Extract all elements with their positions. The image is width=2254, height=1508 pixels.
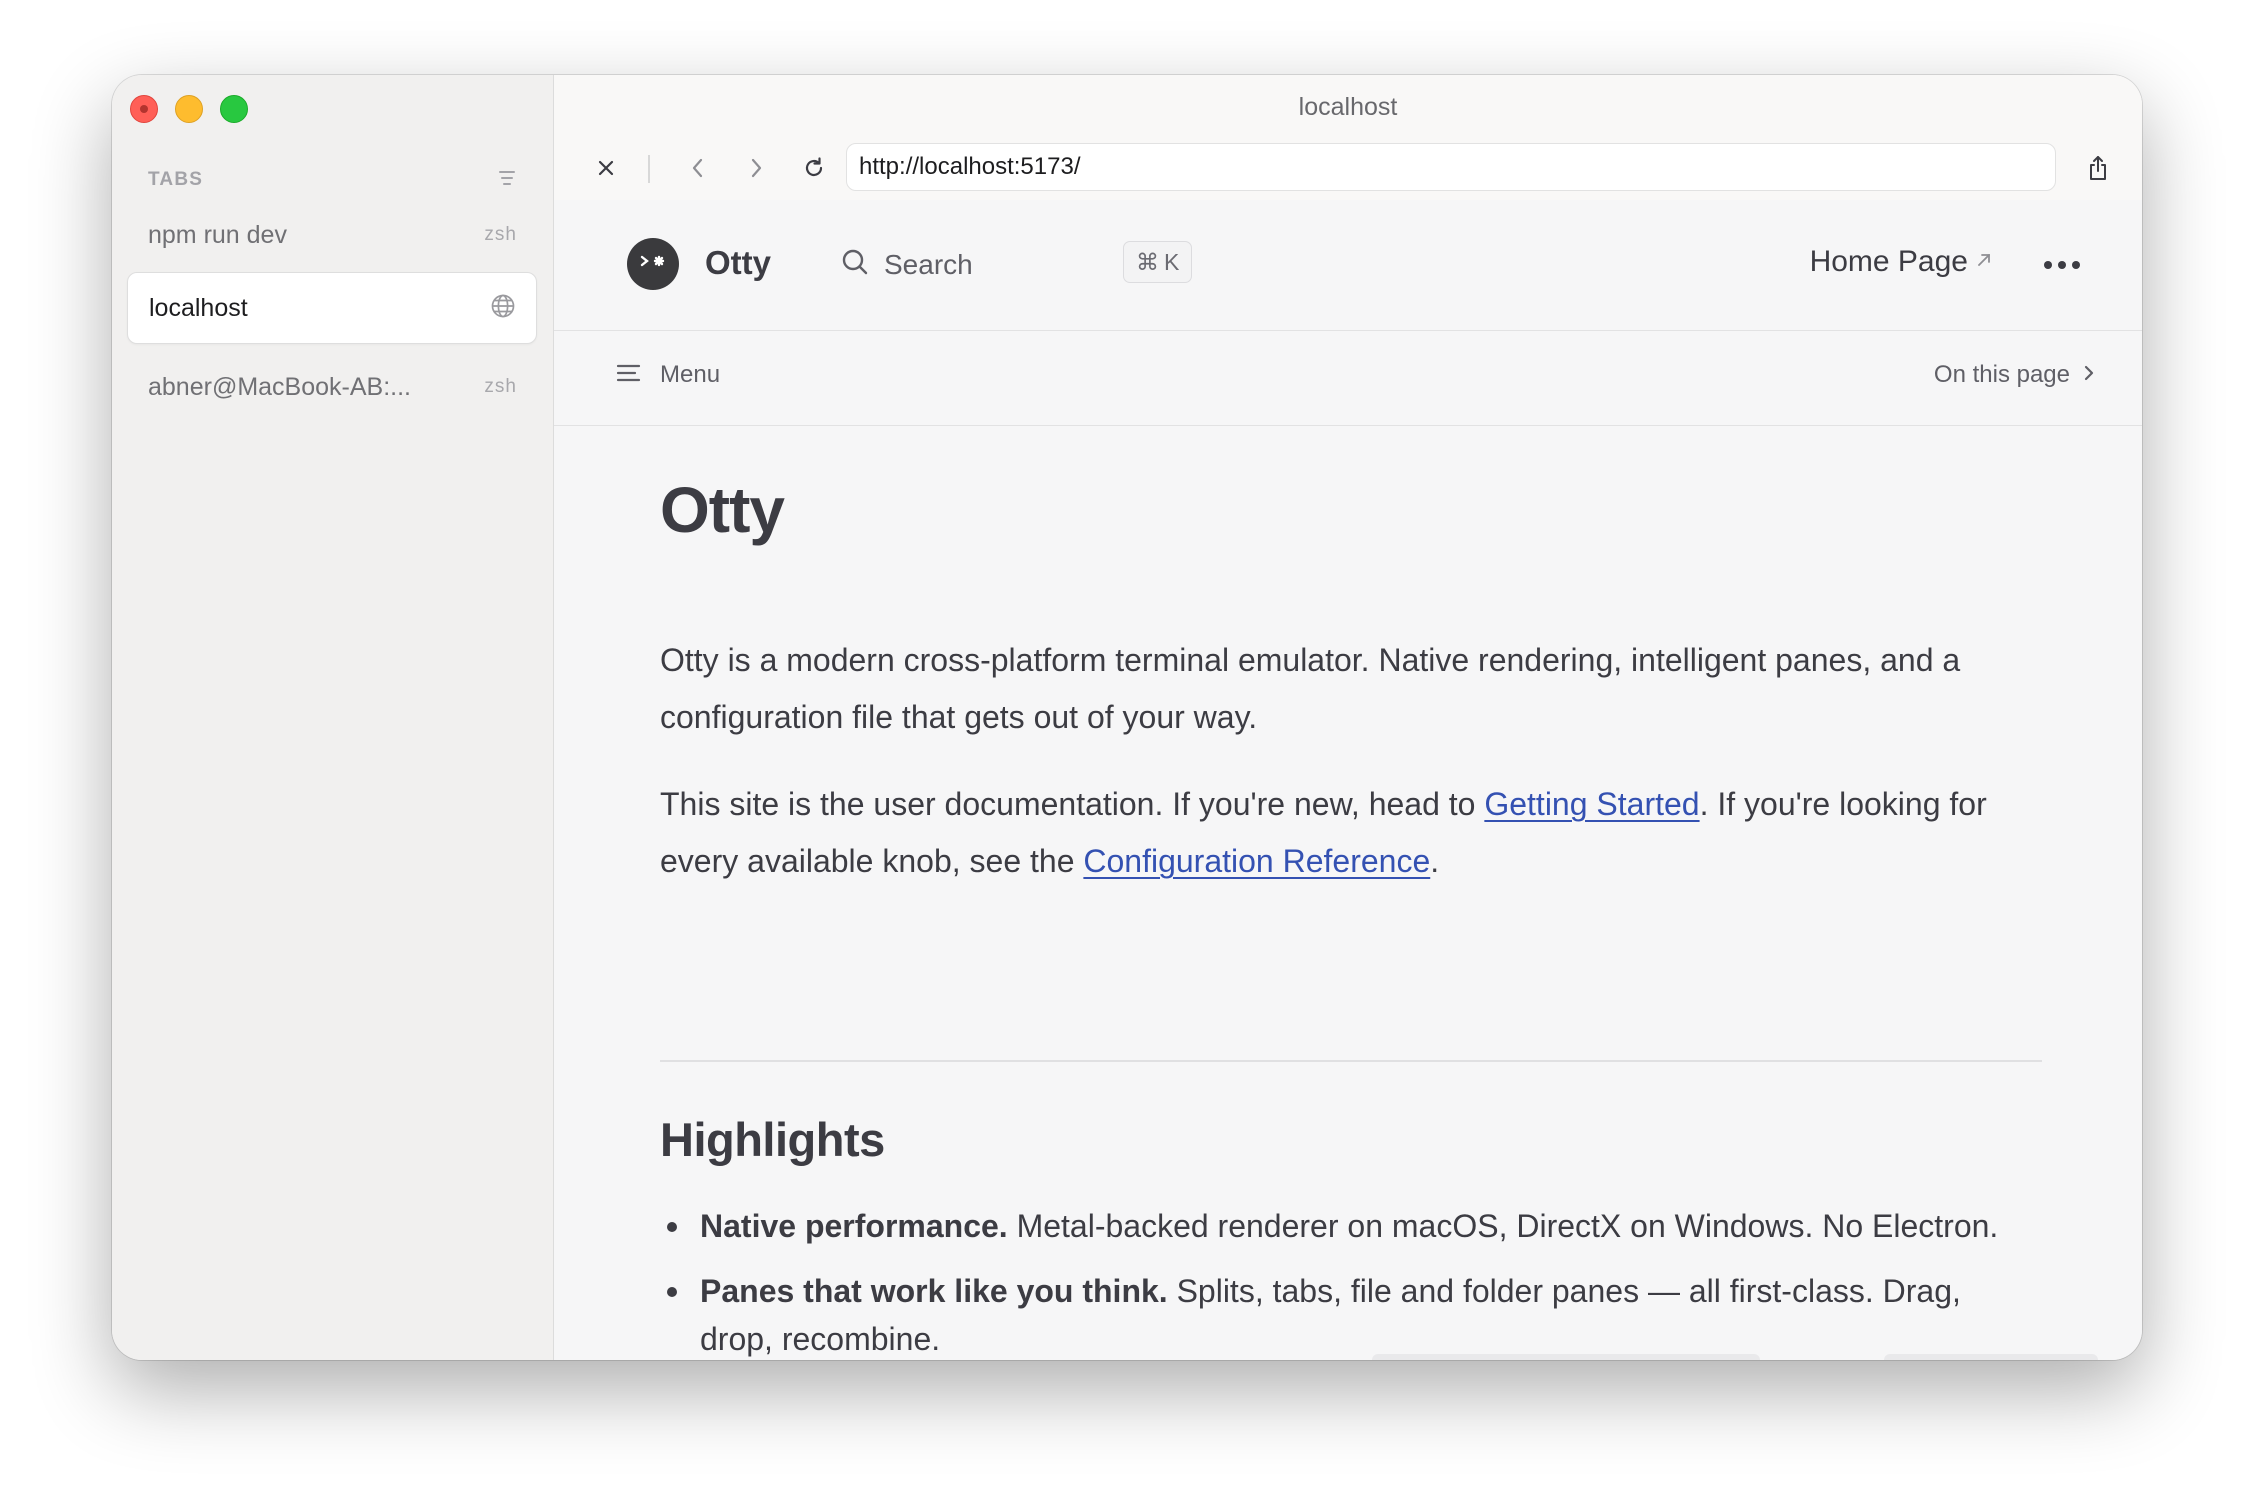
content-peek <box>1372 1354 1760 1360</box>
sidebar: TABS npm run dev zsh localhost abner@Mac… <box>112 75 554 1360</box>
command-key-icon: ⌘ <box>1136 248 1159 275</box>
app-window: TABS npm run dev zsh localhost abner@Mac… <box>112 75 2142 1360</box>
highlight-item: Native performance. Metal-backed rendere… <box>660 1202 2042 1250</box>
highlights-heading: Highlights <box>660 1113 885 1166</box>
tab-title: npm run dev <box>148 220 287 249</box>
share-icon[interactable] <box>2078 143 2118 193</box>
menu-icon <box>616 362 642 389</box>
zoom-window-button[interactable] <box>220 95 248 123</box>
tabs-label: TABS <box>148 169 204 190</box>
url-bar[interactable]: http://localhost:5173/ <box>846 143 2056 191</box>
more-options-icon[interactable] <box>2044 247 2080 283</box>
site-navbar: Otty Search ⌘ K Home Page <box>554 200 2142 331</box>
content-peek <box>1884 1354 2098 1360</box>
browser-pane: localhost http://localhost:5173/ Otty Se… <box>554 75 2142 1360</box>
sort-icon[interactable] <box>497 169 517 192</box>
tab-shell-label: zsh <box>484 224 517 245</box>
text: This site is the user documentation. If … <box>660 786 1485 822</box>
docs-paragraph: This site is the user documentation. If … <box>660 776 2042 890</box>
dot <box>2072 261 2080 269</box>
getting-started-link[interactable]: Getting Started <box>1484 786 1699 822</box>
home-page-link[interactable]: Home Page <box>1810 245 1992 279</box>
tab-title: abner@MacBook-AB:... <box>148 372 411 401</box>
close-window-button[interactable] <box>130 95 158 123</box>
intro-paragraph: Otty is a modern cross-platform terminal… <box>660 642 1961 735</box>
sidebar-tab-localhost[interactable]: localhost <box>127 272 537 344</box>
sidebar-tab-zsh-session[interactable]: abner@MacBook-AB:... zsh <box>127 351 537 423</box>
text: . <box>1430 843 1440 879</box>
menu-button[interactable]: Menu <box>616 361 720 389</box>
tabs-header: TABS <box>148 165 517 195</box>
search-button[interactable]: Search <box>840 247 973 282</box>
search-shortcut-badge: ⌘ K <box>1123 241 1193 283</box>
search-label: Search <box>884 248 973 280</box>
sidebar-tab-npm-run-dev[interactable]: npm run dev zsh <box>127 199 537 271</box>
tab-title: localhost <box>149 293 248 322</box>
dot <box>2044 261 2052 269</box>
globe-icon <box>490 293 516 324</box>
otty-logo[interactable] <box>627 238 679 290</box>
window-controls <box>130 95 248 123</box>
external-link-icon <box>1976 252 1992 273</box>
highlight-item: Panes that work like you think. Splits, … <box>660 1267 2042 1360</box>
forward-icon[interactable] <box>736 143 776 193</box>
close-icon[interactable] <box>586 143 626 193</box>
toolbar-divider <box>648 155 650 183</box>
highlight-text: Metal-backed renderer on macOS, DirectX … <box>1007 1208 1999 1244</box>
brand-name[interactable]: Otty <box>705 244 771 282</box>
highlight-title: Native performance. <box>700 1208 1008 1244</box>
on-this-page-label: On this page <box>1933 361 2070 388</box>
titlebar: localhost http://localhost:5173/ <box>554 75 2142 200</box>
configuration-reference-link[interactable]: Configuration Reference <box>1083 843 1430 879</box>
window-title: localhost <box>1298 93 1398 121</box>
minimize-window-button[interactable] <box>175 95 203 123</box>
dot <box>2058 261 2066 269</box>
highlight-title: Panes that work like you think. <box>700 1273 1168 1309</box>
on-this-page-button[interactable]: On this page <box>1934 361 2096 389</box>
highlights-list: Native performance. Metal-backed rendere… <box>660 1202 2042 1360</box>
shortcut-key: K <box>1164 248 1180 275</box>
search-icon <box>840 247 870 282</box>
home-page-label: Home Page <box>1809 245 1968 278</box>
tab-shell-label: zsh <box>484 376 517 397</box>
section-divider <box>660 1060 2042 1062</box>
page-title: Otty <box>660 474 785 546</box>
back-icon[interactable] <box>678 143 718 193</box>
reload-icon[interactable] <box>794 143 834 193</box>
chevron-right-icon <box>2082 362 2096 389</box>
browser-toolbar: http://localhost:5173/ <box>554 143 2142 193</box>
menu-label: Menu <box>660 361 721 388</box>
local-nav: Menu On this page <box>554 331 2142 426</box>
